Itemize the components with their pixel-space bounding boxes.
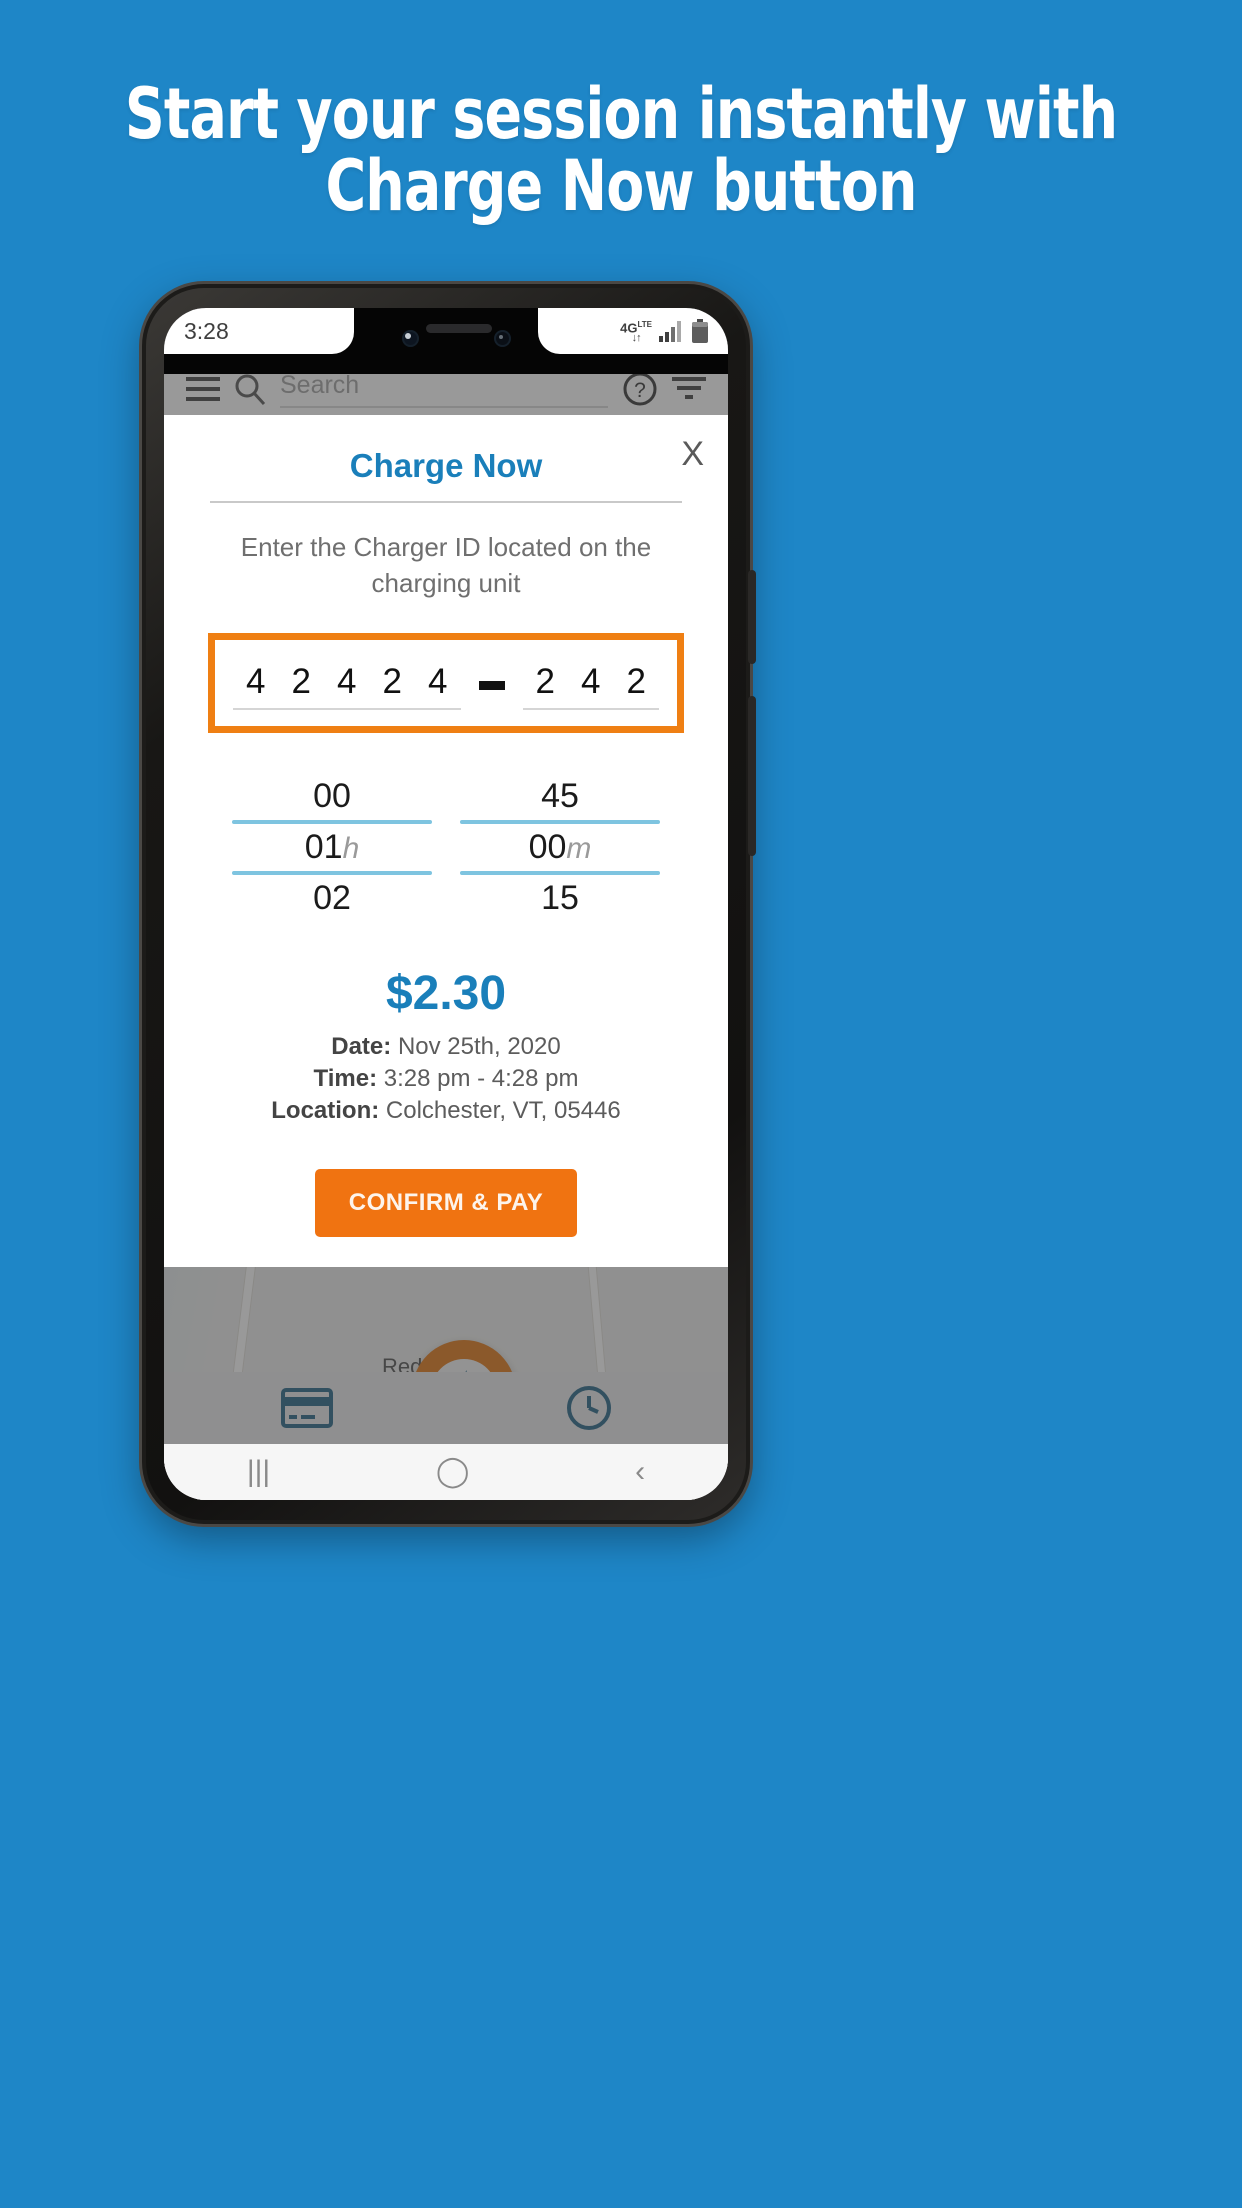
phone-mockup: ff E Lo an N S be P Redwood State Google… (142, 284, 756, 1524)
detail-value-time: 3:28 pm - 4:28 pm (383, 1065, 579, 1092)
charger-id-digit[interactable]: 2 (383, 662, 402, 702)
session-details: Date: Nov 25th, 2020 Time: 3:28 pm - 4:2… (190, 1031, 702, 1127)
hours-unit: h (342, 832, 360, 865)
dialog-instruction: Enter the Charger ID located on the char… (240, 532, 652, 598)
battery-icon (692, 318, 708, 343)
detail-value-location: Colchester, VT, 05446 (385, 1097, 621, 1124)
hours-selected-value[interactable]: 01h (232, 824, 432, 871)
duration-picker[interactable]: 00 01h 02 45 00m 15 (232, 773, 660, 922)
promo-headline: Start your session instantly with Charge… (75, 78, 1168, 222)
hours-value: 01 (304, 828, 343, 866)
confirm-and-pay-button[interactable]: CONFIRM & PAY (314, 1169, 578, 1237)
charger-id-digit[interactable]: 4 (337, 662, 356, 702)
detail-row-location: Location: Colchester, VT, 05446 (190, 1095, 702, 1127)
detail-value-date: Nov 25th, 2020 (397, 1033, 561, 1060)
network-sub-label: LTE (637, 319, 652, 329)
charger-id-digit[interactable]: 4 (428, 662, 447, 702)
charger-id-separator (478, 681, 505, 690)
home-button[interactable]: ◯ (436, 1457, 470, 1487)
dialog-header: Charge Now X (190, 435, 704, 485)
charge-now-dialog: Charge Now X Enter the Charger ID locate… (164, 415, 728, 1267)
headline-line-2: Charge Now button (325, 145, 917, 227)
status-icons: 4GLTE ↓↑ (620, 318, 708, 345)
detail-label-date: Date: (331, 1033, 392, 1060)
detail-label-location: Location: (271, 1097, 380, 1124)
recents-button[interactable]: ||| (247, 1457, 270, 1487)
minutes-picker[interactable]: 45 00m 15 (460, 773, 660, 922)
phone-power-button[interactable] (748, 570, 756, 664)
detail-label-time: Time: (313, 1065, 378, 1092)
minutes-unit: m (566, 832, 592, 865)
status-time: 3:28 (184, 317, 229, 344)
charger-id-suffix[interactable]: 2 4 2 (522, 662, 659, 710)
hours-picker[interactable]: 00 01h 02 (232, 773, 432, 922)
charger-id-digit[interactable]: 4 (581, 662, 600, 702)
android-navigation-bar: ||| ◯ ‹ (164, 1444, 728, 1500)
network-indicator: 4GLTE ↓↑ (620, 319, 652, 345)
headline-line-1: Start your session instantly with (124, 73, 1118, 155)
price-total: $2.30 (385, 967, 507, 1020)
phone-screen: ff E Lo an N S be P Redwood State Google… (164, 308, 728, 1500)
phone-volume-button[interactable] (748, 696, 756, 856)
status-bar: 3:28 4GLTE ↓↑ (164, 308, 728, 354)
minutes-prev-value[interactable]: 45 (460, 773, 660, 820)
detail-row-time: Time: 3:28 pm - 4:28 pm (190, 1063, 702, 1095)
charger-id-digit[interactable]: 2 (292, 662, 311, 702)
minutes-next-value[interactable]: 15 (460, 875, 660, 922)
close-icon[interactable]: X (681, 435, 704, 474)
hours-next-value[interactable]: 02 (232, 875, 432, 922)
data-transfer-arrows-icon: ↓↑ (631, 332, 642, 345)
charger-id-digit[interactable]: 4 (246, 662, 265, 702)
dialog-divider (210, 501, 682, 503)
charger-id-digit[interactable]: 2 (536, 662, 555, 702)
signal-bars-icon (659, 320, 685, 342)
confirm-button-wrapper: CONFIRM & PAY (190, 1169, 702, 1237)
minutes-selected-value[interactable]: 00m (460, 824, 660, 871)
dialog-title: Charge Now (349, 447, 543, 484)
charger-id-input[interactable]: 4 2 4 2 4 2 4 2 (208, 633, 684, 733)
charger-id-prefix[interactable]: 4 2 4 2 4 (233, 662, 461, 710)
detail-row-date: Date: Nov 25th, 2020 (190, 1031, 702, 1063)
minutes-value: 00 (528, 828, 567, 866)
charger-id-digit[interactable]: 2 (627, 662, 646, 702)
hours-prev-value[interactable]: 00 (232, 773, 432, 820)
back-button[interactable]: ‹ (635, 1457, 645, 1487)
